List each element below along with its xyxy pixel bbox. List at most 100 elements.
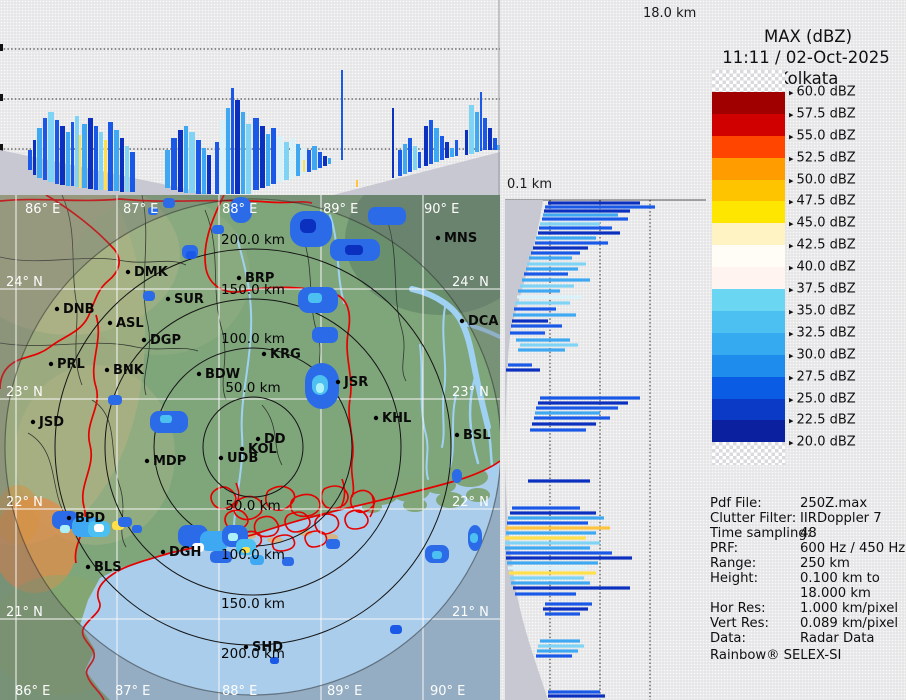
top-cross-section-panel	[0, 0, 500, 195]
city-dot	[435, 235, 441, 241]
meta-label: Pdf File:	[710, 496, 762, 511]
echo-bar	[392, 108, 394, 178]
echo-bar	[518, 289, 560, 293]
legend-column: MAX (dBZ) 11:11 / 02-Oct-2025 Kolkata ▸ 6…	[705, 0, 906, 700]
city-dot	[261, 351, 267, 357]
city-dot	[236, 275, 242, 281]
echo-blob	[452, 469, 462, 483]
echo-bar	[178, 130, 183, 192]
city-label: SUR	[174, 292, 204, 307]
echo-bar	[531, 251, 580, 255]
legend-label: ▸ 22.5 dBZ	[789, 412, 856, 428]
legend-label: ▸ 57.5 dBZ	[789, 106, 856, 122]
echo-bar	[356, 180, 358, 187]
echo-bar	[505, 536, 586, 540]
legend-label: ▸ 47.5 dBZ	[789, 193, 856, 209]
axis-tick	[0, 94, 3, 101]
ring-label: 100.0 km	[221, 547, 285, 563]
tick-arrow-icon: ▸	[789, 263, 794, 274]
echo-bar	[506, 368, 540, 372]
echo-bar	[507, 521, 588, 525]
echo-bar	[517, 295, 582, 299]
echo-bar	[511, 581, 590, 585]
echo-bar	[539, 226, 612, 230]
echo-bar	[537, 649, 578, 653]
echo-bar	[538, 644, 584, 648]
meta-value: 0.100 km to	[800, 571, 880, 586]
echo-blob	[163, 198, 175, 208]
tick-arrow-icon: ▸	[789, 197, 794, 208]
echo-bar	[522, 278, 590, 282]
lon-label: 88° E	[222, 202, 257, 217]
echo-blob	[228, 533, 238, 541]
echo-bar	[434, 128, 439, 162]
radar-product-screen: 18.0 km 0.1 km 50.0 km 50.0 km 100.0 km …	[0, 0, 906, 700]
city-label: BNK	[113, 363, 145, 378]
city-label: DCA	[468, 314, 498, 329]
echo-bar	[318, 152, 322, 168]
echo-bar	[480, 92, 482, 151]
echo-blob	[390, 625, 402, 634]
legend-label: ▸ 52.5 dBZ	[789, 150, 856, 166]
tick-arrow-icon: ▸	[789, 373, 794, 384]
tick-arrow-icon: ▸	[789, 416, 794, 427]
legend-label: ▸ 27.5 dBZ	[789, 369, 856, 385]
echo-bar	[511, 324, 562, 328]
lon-label: 89° E	[327, 684, 362, 699]
echo-bar	[88, 118, 93, 189]
lon-label: 89° E	[323, 202, 358, 217]
echo-bar	[79, 135, 81, 188]
echo-bar	[184, 126, 188, 193]
city-dot	[125, 269, 131, 275]
echo-bar	[542, 217, 628, 221]
echo-bar	[535, 241, 608, 245]
echo-bar	[475, 112, 479, 152]
product-title: MAX (dBZ)	[763, 27, 853, 46]
meta-value: 1.000 km/pixel	[800, 601, 899, 616]
city-dot	[48, 361, 54, 367]
echo-bar	[513, 586, 630, 590]
city-label: BSL	[463, 428, 491, 443]
echo-bar	[125, 146, 129, 192]
echo-bar	[99, 132, 103, 190]
city-label: BLS	[94, 560, 122, 575]
lat-label: 23° N	[452, 385, 489, 400]
echo-bar	[418, 152, 421, 168]
axis-tick	[0, 144, 3, 151]
ring-label: 50.0 km	[225, 498, 280, 514]
echo-bar	[290, 138, 295, 178]
city-dot	[255, 436, 261, 442]
legend-label: ▸ 40.0 dBZ	[789, 259, 856, 275]
echo-bar	[505, 541, 600, 545]
legend-swatch	[712, 267, 785, 290]
echo-bar	[120, 138, 124, 192]
legend-label: ▸ 55.0 dBZ	[789, 128, 856, 144]
echo-bar	[488, 128, 492, 150]
legend-label: ▸ 45.0 dBZ	[789, 215, 856, 231]
echo-bar	[328, 158, 331, 164]
city-dot	[144, 458, 150, 464]
city-dot	[54, 306, 60, 312]
echo-blob	[432, 551, 442, 559]
echo-bar	[520, 343, 578, 347]
echo-bar	[408, 138, 412, 172]
echo-bar	[529, 256, 572, 260]
city-label: DMK	[134, 265, 169, 280]
city-dot	[335, 379, 341, 385]
echo-bar	[75, 116, 79, 187]
echo-bar	[235, 100, 240, 194]
echo-bar	[507, 561, 598, 565]
meta-label: Hor Res:	[710, 601, 766, 616]
legend-swatch	[712, 223, 785, 246]
tick-arrow-icon: ▸	[789, 88, 794, 99]
echo-bar	[512, 506, 580, 510]
legend-swatch	[712, 70, 785, 93]
meta-label: Data:	[710, 631, 746, 646]
echo-bar	[510, 511, 596, 515]
echo-bar	[196, 140, 201, 194]
meta-label: Vert Res:	[710, 616, 769, 631]
echo-bar	[510, 576, 584, 580]
legend-label: ▸ 37.5 dBZ	[789, 281, 856, 297]
echo-bar	[398, 150, 402, 176]
tick-arrow-icon: ▸	[789, 351, 794, 362]
